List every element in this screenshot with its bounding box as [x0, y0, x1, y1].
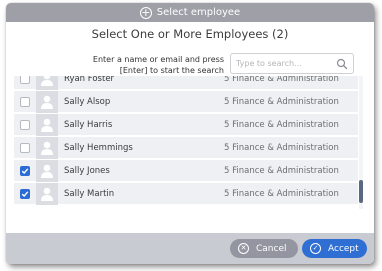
accept-button-label: Accept [328, 243, 359, 254]
dialog-title: Select employee [156, 7, 241, 18]
user-icon [41, 118, 53, 132]
employee-department: 5 Finance & Administration [224, 119, 339, 130]
scrollbar[interactable] [359, 76, 363, 209]
select-employee-dialog: + Select employee Select One or More Emp… [6, 3, 374, 264]
scrollbar-thumb[interactable] [359, 180, 363, 203]
employee-row[interactable]: Ryan Foster 5 Finance & Administration [14, 76, 358, 90]
employee-list[interactable]: Ryan Foster 5 Finance & Administration Sal… [14, 76, 364, 209]
cancel-button-label: Cancel [256, 243, 287, 254]
search-box[interactable] [230, 53, 354, 74]
employee-checkbox[interactable] [20, 119, 30, 130]
instructions-line-1: Enter a name or email and press [92, 55, 224, 64]
employee-checkbox[interactable] [20, 165, 30, 176]
employee-department: 5 Finance & Administration [224, 96, 339, 107]
employee-name: Sally Hemmings [64, 142, 133, 153]
employee-department: 5 Finance & Administration [224, 165, 339, 176]
dialog-footer: ✕ Cancel ✓ Accept [6, 233, 374, 264]
employee-department: 5 Finance & Administration [224, 76, 339, 84]
employee-checkbox[interactable] [20, 188, 30, 199]
check-icon [21, 167, 29, 174]
avatar [36, 90, 58, 113]
employee-department: 5 Finance & Administration [224, 142, 339, 153]
employee-name: Sally Alsop [64, 96, 111, 107]
employee-row[interactable]: Sally Harris 5 Finance & Administration [14, 113, 358, 136]
avatar [36, 182, 58, 205]
search-instructions: Enter a name or email and press [Enter] … [93, 54, 224, 76]
employee-name: Sally Jones [64, 165, 110, 176]
employee-checkbox[interactable] [20, 142, 30, 153]
dialog-titlebar: + Select employee [6, 3, 374, 22]
avatar [36, 136, 58, 159]
user-icon [41, 76, 53, 86]
employee-name: Ryan Foster [64, 76, 115, 84]
check-icon [21, 190, 29, 197]
close-icon: ✕ [238, 243, 249, 254]
check-icon: ✓ [310, 243, 321, 254]
employee-checkbox[interactable] [20, 96, 30, 107]
avatar [36, 113, 58, 136]
user-icon [41, 164, 53, 178]
employee-name: Sally Harris [64, 119, 113, 130]
employee-department: 5 Finance & Administration [224, 188, 339, 199]
instructions-line-2: [Enter] to start the search [119, 66, 224, 75]
cancel-button[interactable]: ✕ Cancel [230, 239, 298, 258]
user-icon [41, 95, 53, 109]
user-icon [41, 187, 53, 201]
dialog-heading: Select One or More Employees (2) [91, 27, 289, 41]
employee-row[interactable]: Sally Alsop 5 Finance & Administration [14, 90, 358, 113]
search-icon[interactable] [336, 58, 348, 70]
employee-row[interactable]: Sally Martin 5 Finance & Administration [14, 182, 358, 205]
employee-name: Sally Martin [64, 188, 115, 199]
employee-row[interactable]: Sally Jones 5 Finance & Administration [14, 159, 358, 182]
avatar [36, 76, 58, 90]
plus-circle-icon: + [139, 6, 152, 19]
avatar [36, 159, 58, 182]
search-input[interactable] [236, 59, 336, 68]
employee-checkbox[interactable] [20, 76, 30, 84]
employee-row[interactable]: Sally Hemmings 5 Finance & Administration [14, 136, 358, 159]
user-icon [41, 141, 53, 155]
accept-button[interactable]: ✓ Accept [302, 239, 367, 258]
